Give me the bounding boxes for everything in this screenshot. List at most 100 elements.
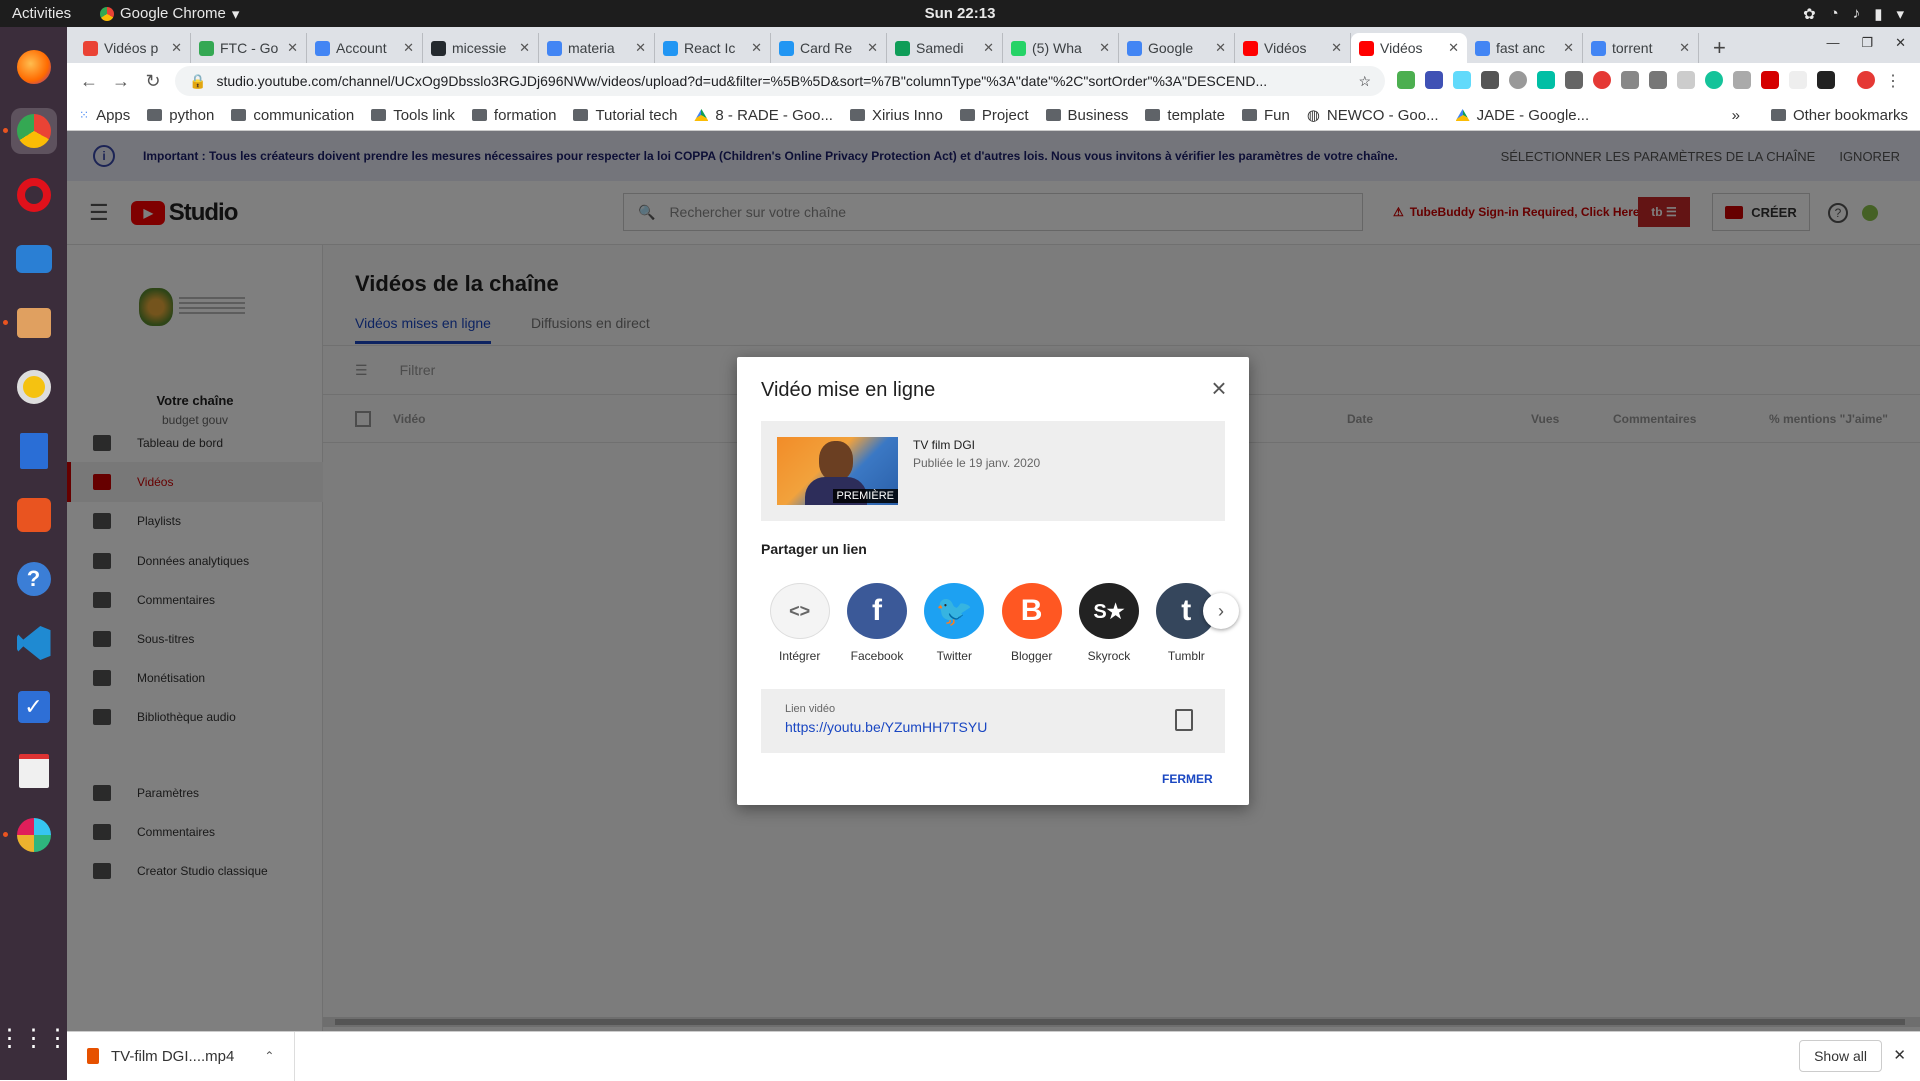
browser-tab[interactable]: (5) Wha ✕	[1003, 33, 1119, 63]
tab-close-icon[interactable]: ✕	[1099, 40, 1110, 56]
browser-tab[interactable]: fast anc ✕	[1467, 33, 1583, 63]
tab-close-icon[interactable]: ✕	[635, 40, 646, 56]
bookmark-item[interactable]: ◍ NEWCO - Goo...	[1307, 106, 1439, 125]
back-icon[interactable]: ←	[73, 71, 105, 92]
chevron-down-icon[interactable]: ▾	[1896, 5, 1904, 23]
bookmark-item[interactable]: Xirius Inno	[849, 107, 943, 124]
text-editor-icon[interactable]	[11, 748, 57, 794]
tasks-icon[interactable]: ✓	[11, 684, 57, 730]
software-center-icon[interactable]	[11, 492, 57, 538]
bookmarks-overflow-icon[interactable]: »	[1732, 107, 1740, 124]
bookmark-item[interactable]: communication	[231, 107, 354, 124]
reload-icon[interactable]: ↻	[137, 71, 169, 92]
browser-tab[interactable]: Vidéos p ✕	[75, 33, 191, 63]
minimize-icon[interactable]: —	[1826, 35, 1839, 51]
url-text[interactable]: studio.youtube.com/channel/UCxOg9Dbsslo3…	[216, 73, 1358, 89]
extension-icon[interactable]	[1425, 71, 1443, 89]
extension-icon[interactable]	[1761, 71, 1779, 89]
extension-icon[interactable]	[1593, 71, 1611, 89]
tab-close-icon[interactable]: ✕	[1679, 40, 1690, 56]
show-apps-icon[interactable]: ⋮⋮⋮	[0, 1015, 70, 1061]
help-icon[interactable]: ?	[11, 556, 57, 602]
tab-close-icon[interactable]: ✕	[867, 40, 878, 56]
copy-icon[interactable]	[1171, 705, 1193, 731]
browser-tab[interactable]: materia ✕	[539, 33, 655, 63]
vscode-icon[interactable]	[11, 620, 57, 666]
extension-icon[interactable]	[1565, 71, 1583, 89]
tab-close-icon[interactable]: ✕	[1215, 40, 1226, 56]
lock-icon[interactable]: 🔒	[189, 73, 206, 90]
close-icon[interactable]: ✕	[1893, 1046, 1906, 1064]
firefox-icon[interactable]	[11, 44, 57, 90]
bookmark-item[interactable]: Fun	[1241, 107, 1290, 124]
browser-tab[interactable]: micessie ✕	[423, 33, 539, 63]
bookmark-item[interactable]: formation	[471, 107, 556, 124]
share-blogger-button[interactable]: B Blogger	[993, 583, 1070, 663]
react-devtools-icon[interactable]	[1453, 71, 1471, 89]
bookmark-item[interactable]: JADE - Google...	[1455, 107, 1589, 124]
download-item[interactable]: TV-film DGI....mp4 ⌃	[67, 1031, 295, 1081]
show-all-button[interactable]: Show all	[1799, 1040, 1882, 1072]
close-icon[interactable]: ×	[1204, 373, 1234, 404]
browser-tab[interactable]: Account ✕	[307, 33, 423, 63]
chrome-dock-icon[interactable]	[2, 108, 57, 154]
browser-tab[interactable]: Samedi ✕	[887, 33, 1003, 63]
browser-tab[interactable]: FTC - Go ✕	[191, 33, 307, 63]
battery-icon[interactable]: ▮	[1874, 5, 1882, 23]
bookmark-item[interactable]: Business	[1045, 107, 1128, 124]
browser-tab[interactable]: React Ic ✕	[655, 33, 771, 63]
vue-devtools-icon[interactable]	[1649, 71, 1667, 89]
tab-close-icon[interactable]: ✕	[1448, 40, 1459, 56]
maximize-icon[interactable]: ❐	[1861, 35, 1873, 51]
tab-close-icon[interactable]: ✕	[519, 40, 530, 56]
browser-tab[interactable]: Vidéos ✕	[1235, 33, 1351, 63]
bookmark-item[interactable]: Project	[959, 107, 1029, 124]
close-button[interactable]: FERMER	[1162, 772, 1213, 786]
system-tray[interactable]: ✿ ◔ ♪ ▮ ▾	[1803, 5, 1904, 23]
tab-close-icon[interactable]: ✕	[1331, 40, 1342, 56]
tab-close-icon[interactable]: ✕	[1563, 40, 1574, 56]
browser-tab[interactable]: Card Re ✕	[771, 33, 887, 63]
bookmark-item[interactable]: ⁙ Apps	[79, 107, 130, 124]
tab-close-icon[interactable]: ✕	[403, 40, 414, 56]
extension-icon[interactable]	[1817, 71, 1835, 89]
share-facebook-button[interactable]: f Facebook	[838, 583, 915, 663]
share-skyrock-button[interactable]: S★ Skyrock	[1070, 583, 1147, 663]
bookmark-item[interactable]: Tools link	[371, 107, 455, 124]
extension-icon[interactable]	[1481, 71, 1499, 89]
wifi-icon[interactable]: ◔	[1830, 5, 1839, 22]
bookmark-item[interactable]: Tutorial tech	[573, 107, 677, 124]
app-menu[interactable]: Google Chrome ▾	[100, 5, 239, 23]
video-link-url[interactable]: https://youtu.be/YZumHH7TSYU	[785, 719, 1201, 735]
browser-tab[interactable]: Vidéos ✕	[1351, 33, 1467, 63]
thunderbird-icon[interactable]	[11, 236, 57, 282]
app-indicator-icon[interactable]: ✿	[1803, 5, 1816, 23]
address-bar[interactable]: 🔒 studio.youtube.com/channel/UCxOg9Dbssl…	[175, 66, 1385, 96]
volume-icon[interactable]: ♪	[1853, 5, 1861, 22]
profile-avatar[interactable]	[1857, 71, 1875, 89]
tab-close-icon[interactable]: ✕	[287, 40, 298, 56]
extension-icon[interactable]	[1397, 71, 1415, 89]
extension-icon[interactable]	[1789, 71, 1807, 89]
close-icon[interactable]: ✕	[1895, 35, 1906, 51]
video-thumbnail[interactable]: PREMIÈRE	[777, 437, 898, 505]
tab-close-icon[interactable]: ✕	[751, 40, 762, 56]
extension-icon[interactable]	[1733, 71, 1751, 89]
extension-icon[interactable]	[1509, 71, 1527, 89]
opera-icon[interactable]	[11, 172, 57, 218]
clock[interactable]: Sun 22:13	[900, 5, 1020, 22]
share-intégrer-button[interactable]: <> Intégrer	[761, 583, 838, 663]
slack-icon[interactable]	[2, 812, 57, 858]
other-bookmarks[interactable]: Other bookmarks	[1770, 107, 1908, 124]
bookmark-item[interactable]: python	[147, 107, 214, 124]
camera-icon[interactable]	[1621, 71, 1639, 89]
browser-tab[interactable]: torrent ✕	[1583, 33, 1699, 63]
tab-close-icon[interactable]: ✕	[983, 40, 994, 56]
chrome-menu-icon[interactable]: ⋮	[1885, 71, 1901, 91]
bookmark-star-icon[interactable]: ☆	[1358, 73, 1371, 90]
bookmark-item[interactable]: template	[1145, 107, 1225, 124]
extension-icon[interactable]	[1677, 71, 1695, 89]
browser-tab[interactable]: Google ✕	[1119, 33, 1235, 63]
new-tab-button[interactable]: +	[1699, 33, 1740, 63]
chevron-right-icon[interactable]: ›	[1203, 593, 1239, 629]
